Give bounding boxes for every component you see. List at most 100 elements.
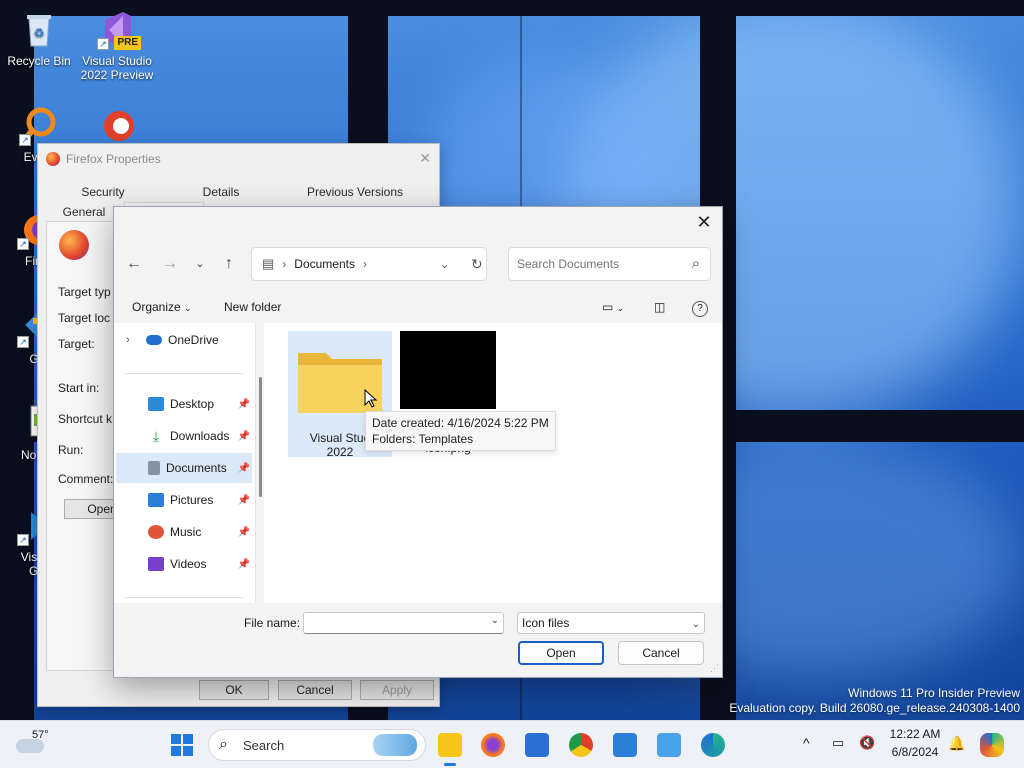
new-folder-button[interactable]: New folder [224, 300, 281, 314]
chevron-down-icon[interactable]: ⌄ [491, 615, 499, 626]
file-explorer-icon[interactable] [438, 733, 462, 757]
shortcut-arrow-icon: ↗ [19, 134, 31, 146]
search-input[interactable] [517, 257, 677, 271]
music-icon [148, 525, 164, 539]
downloads-icon: ⤓ [152, 428, 160, 444]
pin-icon: 📌 [237, 526, 250, 538]
firefox-icon [46, 152, 60, 166]
nav-item-onedrive[interactable]: › OneDrive [116, 325, 252, 355]
watermark-line1: Windows 11 Pro Insider Preview [848, 686, 1020, 700]
breadcrumb-separator[interactable]: › [282, 257, 286, 271]
file-name-label: File name: [244, 616, 301, 630]
navigation-pane: › OneDrive Desktop 📌 ⤓ Downloads 📌 Docum… [114, 323, 256, 603]
recent-locations-chevron-icon[interactable]: ⌄ [190, 255, 210, 275]
nav-item-music[interactable]: Music 📌 [116, 517, 252, 547]
apply-button[interactable]: Apply [360, 680, 434, 700]
nav-item-pictures[interactable]: Pictures 📌 [116, 485, 252, 515]
nav-item-downloads[interactable]: ⤓ Downloads 📌 [116, 421, 252, 451]
up-arrow-icon[interactable]: ↑ [219, 255, 239, 275]
shortcut-arrow-icon: ↗ [17, 238, 29, 250]
taskbar: 57° ⌕ Search ^ ▭ 🔇 12:22 AM 6/8/2024 🔔 [0, 720, 1024, 768]
label-start-in: Start in: [58, 381, 100, 395]
this-pc-icon: ▤ [262, 256, 275, 271]
recycle-bin-icon: ♻ [19, 10, 59, 50]
close-icon[interactable]: ✕ [694, 213, 714, 233]
notification-bell-icon[interactable]: 🔔 [948, 735, 965, 752]
windows-logo-icon [171, 734, 193, 756]
svg-text:♻: ♻ [34, 26, 45, 40]
pictures-icon [148, 493, 164, 507]
network-icon[interactable]: ▭ [832, 735, 844, 751]
desktop-icon-visual-studio[interactable]: PRE ↗ Visual Studio 2022 Preview [80, 10, 154, 82]
pin-icon: 📌 [237, 558, 250, 570]
preview-pane-icon[interactable]: ◫ [654, 300, 665, 314]
ccleaner-icon [97, 106, 137, 146]
weather-widget[interactable]: 57° [16, 729, 56, 761]
file-name-field[interactable]: ⌄ [303, 612, 504, 634]
visual-studio-icon: PRE ↗ [97, 10, 141, 50]
taskbar-search[interactable]: ⌕ Search [208, 729, 426, 761]
nav-item-videos[interactable]: Videos 📌 [116, 549, 252, 579]
resize-grip-icon[interactable]: ⋰ [710, 663, 719, 674]
remote-desktop-icon[interactable] [657, 733, 681, 757]
show-hidden-icons-chevron-icon[interactable]: ^ [803, 735, 810, 751]
pin-icon: 📌 [237, 398, 250, 410]
back-arrow-icon[interactable]: ← [124, 255, 144, 275]
firefox-icon [59, 230, 89, 260]
tooltip-date-created: Date created: 4/16/2024 5:22 PM [372, 416, 549, 430]
window-title: Firefox Properties [66, 152, 161, 166]
close-icon[interactable]: ✕ [419, 150, 431, 167]
cancel-button[interactable]: Cancel [618, 641, 704, 665]
change-view-icon[interactable]: ▭ ⌄ [602, 300, 624, 314]
navigation-scrollbar[interactable] [259, 377, 262, 497]
address-bar[interactable]: ▤ › Documents › ⌄ ↻ [251, 247, 487, 281]
nav-item-label: Documents [166, 461, 227, 475]
paint-icon[interactable] [613, 733, 637, 757]
start-button[interactable] [170, 733, 194, 757]
shortcut-arrow-icon: ↗ [17, 534, 29, 546]
tooltip-folders: Folders: Templates [372, 432, 474, 446]
clock[interactable]: 12:22 AM 6/8/2024 [886, 727, 944, 759]
desktop-icon-label: Visual Studio 2022 Preview [80, 54, 154, 82]
cancel-button[interactable]: Cancel [278, 680, 352, 700]
file-type-select[interactable]: Icon files ⌄ [517, 612, 705, 634]
refresh-icon[interactable]: ↻ [471, 256, 483, 273]
tab-general[interactable]: General [44, 202, 124, 222]
address-dropdown-icon[interactable]: ⌄ [440, 258, 449, 271]
label-target-location: Target loc [58, 311, 111, 325]
breadcrumb-separator[interactable]: › [363, 257, 367, 271]
open-file-dialog: ✕ ← → ⌄ ↑ ▤ › Documents › ⌄ ↻ ⌕ Organize… [113, 206, 723, 678]
edge-icon[interactable] [701, 733, 725, 757]
search-box[interactable]: ⌕ [508, 247, 711, 281]
weather-cloud-icon [16, 739, 44, 753]
file-name-line2: 2022 [326, 445, 354, 459]
microsoft-store-icon[interactable] [525, 733, 549, 757]
videos-icon [148, 557, 164, 571]
volume-muted-icon[interactable]: 🔇 [859, 735, 875, 751]
label-target-type: Target typ [58, 285, 111, 299]
desktop-icon-recycle-bin[interactable]: ♻ Recycle Bin [2, 10, 76, 68]
navigation-bar: ← → ⌄ ↑ ▤ › Documents › ⌄ ↻ ⌕ [114, 247, 722, 281]
chrome-icon[interactable] [569, 733, 593, 757]
nav-item-label: OneDrive [168, 333, 219, 347]
label-shortcut-key: Shortcut k [58, 412, 113, 426]
organize-label: Organize [132, 300, 181, 314]
copilot-icon[interactable] [980, 733, 1004, 757]
file-name: Visual Stud [309, 431, 371, 445]
nav-item-desktop[interactable]: Desktop 📌 [116, 389, 252, 419]
tab-details[interactable]: Details [162, 182, 280, 202]
ok-button[interactable]: OK [199, 680, 269, 700]
preview-badge: PRE [114, 36, 141, 50]
breadcrumb-documents[interactable]: Documents [294, 257, 355, 271]
nav-item-documents[interactable]: Documents 📌 [116, 453, 252, 483]
firefox-icon[interactable] [481, 733, 505, 757]
help-icon[interactable]: ? [692, 301, 708, 317]
organize-button[interactable]: Organize ⌄ [132, 300, 192, 314]
open-button[interactable]: Open [518, 641, 604, 665]
weather-temperature: 57° [32, 729, 49, 741]
tab-security[interactable]: Security [44, 182, 162, 202]
forward-arrow-icon[interactable]: → [160, 255, 180, 275]
expand-chevron-icon[interactable]: › [126, 334, 130, 346]
tab-previous-versions[interactable]: Previous Versions [280, 182, 430, 202]
search-icon[interactable]: ⌕ [692, 255, 700, 272]
